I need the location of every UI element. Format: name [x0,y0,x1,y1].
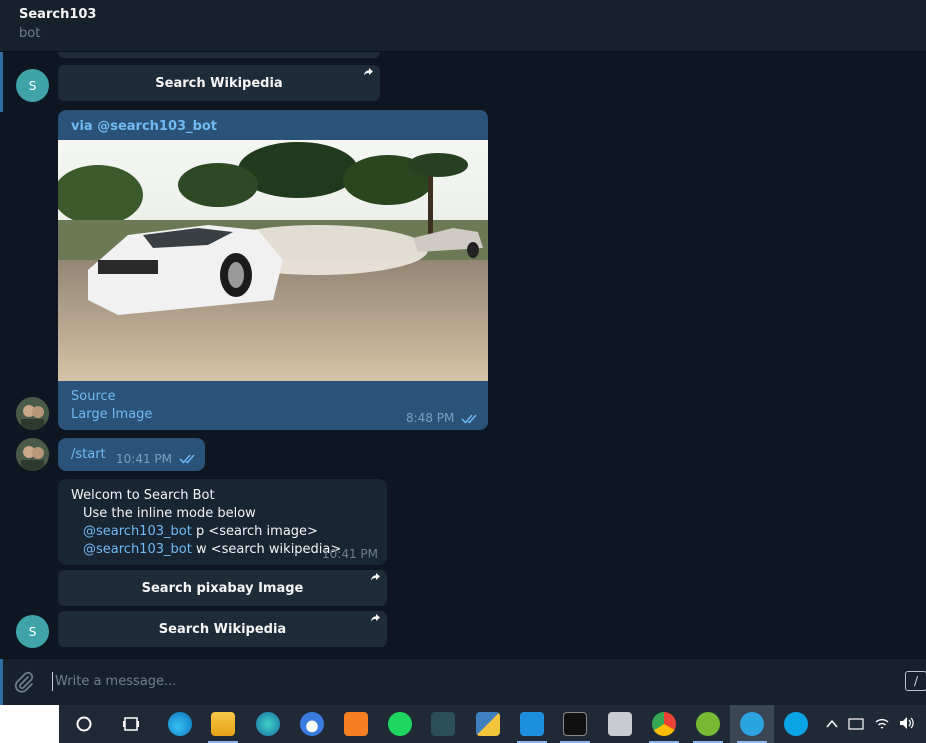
taskbar-search-box[interactable] [0,705,59,743]
message-input[interactable]: Write a message... [55,674,176,689]
inline-button-label: Search Wikipedia [155,75,283,91]
chat-title[interactable]: Search103 [19,7,96,22]
chat-header[interactable]: Search103 bot [0,0,926,52]
via-bot-label[interactable]: via @search103_bot [71,119,217,134]
terminal-icon[interactable] [563,712,587,736]
user-avatar-image [16,397,49,430]
bot-mention-link[interactable]: @search103_bot [83,524,192,539]
large-image-link[interactable]: Large Image [71,407,152,422]
vscode-icon[interactable] [520,712,544,736]
inline-button-label: Search pixabay Image [141,580,304,596]
switch-inline-icon [371,614,380,622]
bot-mention-link[interactable]: @search103_bot [83,542,192,557]
inline-button-search-wikipedia[interactable]: Search Wikipedia [58,65,380,101]
photo-message[interactable]: via @search103_bot Source Large Image 8:… [58,110,488,430]
welcome-line: Use the inline mode below [83,506,256,521]
double-check-icon [461,414,477,424]
bot-commands-icon[interactable]: / [905,671,926,691]
volume-icon[interactable] [898,715,916,731]
welcome-line: @search103_bot p <search image> [83,524,318,539]
skype-icon[interactable] [784,712,808,736]
xampp-icon[interactable] [344,712,368,736]
user-avatar[interactable] [16,438,49,471]
selection-accent-bar [0,52,3,112]
welcome-line: @search103_bot w <search wikipedia> [83,542,342,557]
welcome-line: Welcom to Search Bot [71,488,215,503]
edge-icon[interactable] [168,712,192,736]
chat-status: bot [19,26,41,41]
user-avatar[interactable] [16,397,49,430]
inline-button-search-pixabay[interactable]: Search pixabay Image [58,570,387,606]
welcome-message[interactable]: Welcom to Search Bot Use the inline mode… [58,479,387,565]
file-explorer-icon[interactable] [211,712,235,736]
chrome-icon[interactable] [652,712,676,736]
switch-inline-icon [371,573,380,581]
message-time: 10:41 PM [116,452,172,466]
user-avatar-image [16,438,49,471]
double-check-icon [179,454,195,464]
switch-inline-icon [364,68,373,76]
wifi-icon[interactable] [874,716,890,732]
telegram-window: Search103 bot S Search Wikipedia via @se… [0,0,926,743]
python-installer-icon[interactable] [476,712,500,736]
windows-taskbar [0,705,926,743]
bot-avatar[interactable]: S [16,615,49,648]
utorrent-icon[interactable] [696,712,720,736]
message-list[interactable]: S Search Wikipedia via @search103_bot So… [0,52,926,658]
telegram-icon[interactable] [740,712,764,736]
inline-button-partial [58,52,380,58]
source-link[interactable]: Source [71,389,116,404]
bot-avatar[interactable]: S [16,69,49,102]
counter-strike-icon[interactable] [431,712,455,736]
inline-button-search-wikipedia[interactable]: Search Wikipedia [58,611,387,647]
edge-beta-icon[interactable] [256,712,280,736]
car-photo[interactable] [58,140,488,381]
message-time: 10:41 PM [322,547,378,561]
start-message[interactable]: /start 10:41 PM [58,438,205,471]
task-view-icon[interactable] [122,715,140,733]
keyboard-icon[interactable] [848,716,866,732]
text-cursor [52,672,53,691]
chevron-up-icon[interactable] [825,718,839,730]
attach-icon[interactable] [13,671,35,693]
message-time: 8:48 PM [406,411,455,425]
spotify-icon[interactable] [388,712,412,736]
cortana-icon[interactable] [76,716,92,732]
network-drive-icon[interactable] [608,712,632,736]
selection-accent-bar [0,659,3,705]
inline-button-label: Search Wikipedia [158,621,287,637]
bot-app-icon[interactable] [300,712,324,736]
composer: Write a message... / [0,658,926,705]
start-command-link[interactable]: /start [71,447,106,462]
